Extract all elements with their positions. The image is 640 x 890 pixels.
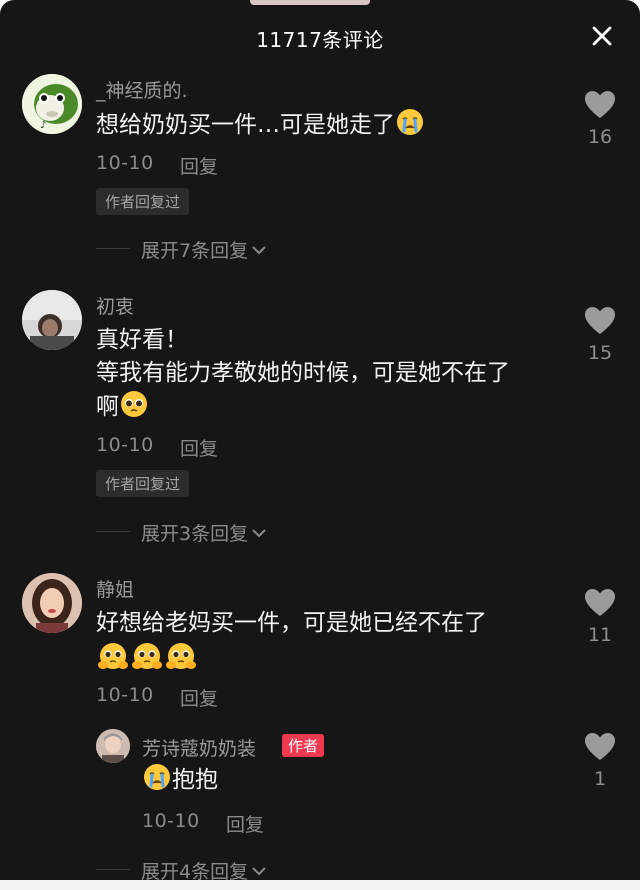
author-replied-tag: 作者回复过 [96, 470, 190, 497]
comment-text-line: 真好看！ [96, 327, 188, 353]
reply-button[interactable]: 回复 [180, 152, 218, 179]
comment-text-content: 啊 [96, 394, 119, 420]
expand-replies-label: 展开7条回复 [141, 240, 249, 262]
like-button[interactable]: 11 [584, 588, 616, 646]
comment-username[interactable]: _神经质的. [96, 76, 188, 103]
heart-icon [585, 91, 615, 118]
like-button[interactable]: 1 [584, 732, 616, 790]
heart-icon [585, 733, 615, 760]
chevron-down-icon [252, 245, 266, 254]
crying-face-icon [142, 762, 172, 802]
comment-count-title: 11717条评论 [256, 28, 384, 52]
chevron-down-icon [252, 866, 266, 875]
heart-icon [585, 589, 615, 616]
holding-back-tears-icon [130, 640, 164, 682]
svg-text:♪: ♪ [40, 120, 46, 131]
holding-back-tears-icon [96, 640, 130, 682]
reply-text-content: 抱抱 [172, 767, 218, 793]
comment-text-line: 等我有能力孝敬她的时候，可是她不在了 [96, 360, 510, 386]
like-button[interactable]: 16 [584, 90, 616, 148]
expand-replies-label: 展开3条回复 [141, 523, 249, 545]
avatar[interactable]: ♪ [22, 74, 82, 134]
like-count: 15 [587, 342, 613, 364]
avatar[interactable] [22, 290, 82, 350]
reply-button[interactable]: 回复 [180, 684, 218, 711]
reply-text: 抱抱 [142, 762, 218, 802]
holding-back-tears-icon [164, 640, 198, 682]
crying-face-icon [395, 107, 425, 147]
comment-username[interactable]: 初衷 [96, 292, 134, 319]
avatar[interactable] [96, 729, 130, 763]
comments-sheet: 11717条评论 ♪ _神经质的. 想给奶奶买一件…可是她走了 10-10 回复… [0, 0, 640, 890]
divider [96, 869, 130, 870]
expand-replies-button[interactable]: 展开7条回复 [141, 236, 268, 263]
comment-text-line: 好想给老妈买一件，可是她已经不在了 [96, 610, 487, 636]
reply-date: 10-10 [142, 810, 200, 832]
heart-icon [585, 307, 615, 334]
comment-text: 想给奶奶买一件…可是她走了 [96, 107, 425, 147]
comment-text-content: 想给奶奶买一件…可是她走了 [96, 112, 395, 138]
avatar[interactable] [22, 573, 82, 633]
comment-date: 10-10 [96, 684, 154, 706]
video-preview-edge [250, 0, 370, 5]
comment-text-line: 啊 [96, 389, 149, 429]
author-badge: 作者 [282, 734, 325, 757]
bottom-edge [0, 880, 640, 890]
expand-replies-button[interactable]: 展开3条回复 [141, 519, 268, 546]
like-count: 16 [587, 126, 613, 148]
like-button[interactable]: 15 [584, 306, 616, 364]
reply-username[interactable]: 芳诗蔻奶奶装 [142, 734, 256, 761]
reply-button[interactable]: 回复 [180, 434, 218, 461]
comment-date: 10-10 [96, 152, 154, 174]
pleading-face-icon [119, 389, 149, 429]
comment-date: 10-10 [96, 434, 154, 456]
like-count: 1 [593, 768, 607, 790]
comment-username[interactable]: 静姐 [96, 575, 134, 602]
divider [96, 531, 130, 532]
like-count: 11 [587, 624, 613, 646]
author-replied-tag: 作者回复过 [96, 188, 190, 215]
chevron-down-icon [252, 528, 266, 537]
comment-emoji-row [96, 640, 198, 682]
reply-button[interactable]: 回复 [226, 810, 264, 837]
close-icon[interactable] [590, 24, 614, 48]
divider [96, 248, 130, 249]
